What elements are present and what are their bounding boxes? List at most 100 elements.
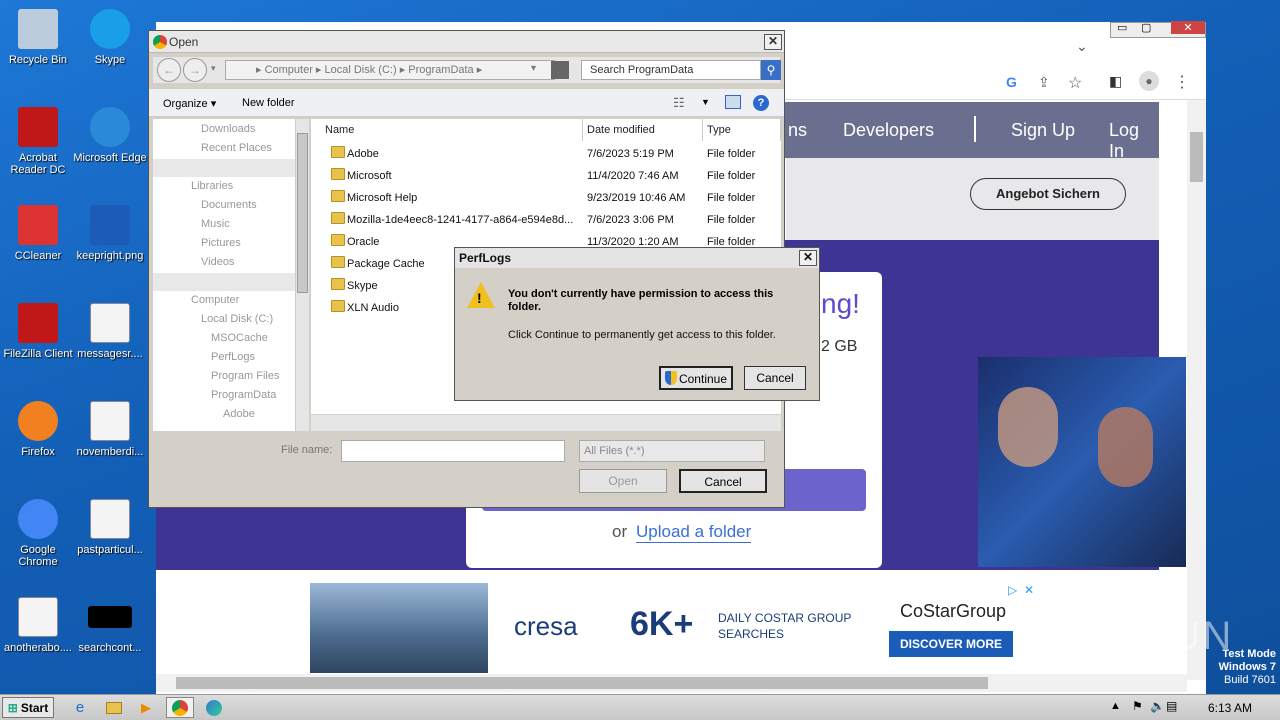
nav-programdata[interactable]: ProgramData bbox=[211, 389, 276, 401]
column-type[interactable]: Type bbox=[703, 119, 781, 141]
network-icon[interactable]: ▤ bbox=[1166, 699, 1177, 713]
close-icon[interactable]: ✕ bbox=[799, 250, 817, 266]
start-label: Start bbox=[20, 700, 49, 715]
close-icon[interactable]: ✕ bbox=[764, 34, 782, 50]
tray-up-icon[interactable]: ▲ bbox=[1110, 700, 1121, 712]
view-dropdown-icon[interactable]: ▼ bbox=[701, 97, 710, 107]
desktop-icon[interactable]: messagesr.... bbox=[72, 300, 148, 360]
desktop-icon[interactable]: CCleaner bbox=[0, 202, 76, 262]
start-button[interactable]: ⊞ Start bbox=[2, 697, 54, 718]
desktop-icon[interactable]: Recycle Bin bbox=[0, 6, 76, 66]
desktop-icon[interactable]: searchcont... bbox=[72, 594, 148, 654]
preview-pane-icon[interactable] bbox=[725, 95, 741, 109]
nav-program-files[interactable]: Program Files bbox=[211, 370, 279, 382]
star-icon[interactable]: ☆ bbox=[1068, 73, 1082, 93]
new-folder-button[interactable]: New folder bbox=[242, 97, 295, 109]
nav-documents[interactable]: Documents bbox=[201, 199, 257, 211]
flag-icon[interactable]: ⚑ bbox=[1132, 699, 1143, 713]
open-button[interactable]: Open bbox=[579, 469, 667, 493]
nav-videos[interactable]: Videos bbox=[201, 256, 234, 268]
refresh-icon[interactable] bbox=[551, 61, 569, 79]
file-row[interactable]: Adobe 7/6/2023 5:19 PM File folder bbox=[311, 143, 781, 165]
history-dropdown-icon[interactable]: ▾ bbox=[211, 63, 216, 74]
share-icon[interactable]: ⇪ bbox=[1038, 74, 1050, 91]
file-row[interactable]: Microsoft 11/4/2020 7:46 AM File folder bbox=[311, 165, 781, 187]
nav-music[interactable]: Music bbox=[201, 218, 230, 230]
permission-cancel-button[interactable]: Cancel bbox=[744, 366, 806, 390]
search-icon[interactable]: ⚲ bbox=[761, 60, 781, 80]
nav-msocache[interactable]: MSOCache bbox=[211, 332, 268, 344]
nav-recent-places[interactable]: Recent Places bbox=[201, 142, 272, 154]
ie-icon[interactable]: e bbox=[66, 697, 94, 718]
address-dropdown-icon[interactable]: ▾ bbox=[531, 63, 536, 74]
nav-local-disk[interactable]: Local Disk (C:) bbox=[201, 313, 273, 325]
warning-exclamation: ! bbox=[477, 290, 482, 306]
nav-adobe[interactable]: Adobe bbox=[223, 408, 255, 420]
continue-button[interactable]: Continue bbox=[659, 366, 733, 390]
file-type-select[interactable]: All Files (*.*) bbox=[579, 440, 765, 462]
ad-close-icon[interactable]: ✕ bbox=[1024, 583, 1034, 597]
desktop-icon[interactable]: Skype bbox=[72, 6, 148, 66]
size-limit: 2 GB bbox=[821, 338, 858, 355]
desktop-icon[interactable]: novemberdi... bbox=[72, 398, 148, 458]
close-icon[interactable]: ✕ bbox=[1171, 21, 1205, 34]
media-player-icon[interactable]: ▶ bbox=[132, 697, 160, 718]
maximize-icon[interactable]: ▢ bbox=[1141, 21, 1151, 34]
minimize-icon[interactable]: ▭ bbox=[1117, 21, 1127, 34]
nav-link-login[interactable]: Log In bbox=[1109, 120, 1159, 162]
file-row[interactable]: Mozilla-1de4eec8-1241-4177-a864-e594e8d.… bbox=[311, 209, 781, 231]
desktop-icon[interactable]: Microsoft Edge bbox=[72, 104, 148, 164]
scroll-thumb-h[interactable] bbox=[176, 677, 988, 689]
file-row[interactable]: Microsoft Help 9/23/2019 10:46 AM File fol… bbox=[311, 187, 781, 209]
profile-avatar[interactable]: ● bbox=[1139, 71, 1159, 91]
cancel-button[interactable]: Cancel bbox=[679, 469, 767, 493]
nav-link-signup[interactable]: Sign Up bbox=[1011, 120, 1075, 141]
desktop-icon[interactable]: Firefox bbox=[0, 398, 76, 458]
column-name[interactable]: Name bbox=[311, 119, 583, 141]
google-icon[interactable]: G bbox=[1006, 74, 1017, 90]
help-icon[interactable]: ? bbox=[753, 95, 769, 111]
organize-button[interactable]: Organize ▾ bbox=[163, 97, 216, 110]
desktop-icon[interactable]: FileZilla Client bbox=[0, 300, 76, 360]
menu-icon[interactable]: ⋮ bbox=[1174, 72, 1190, 92]
nav-link-plans[interactable]: ns bbox=[788, 120, 807, 141]
file-date: 9/23/2019 10:46 AM bbox=[587, 192, 686, 204]
chevron-down-icon[interactable]: ⌄ bbox=[1076, 38, 1088, 55]
nav-scrollbar[interactable] bbox=[295, 119, 309, 431]
scroll-thumb[interactable] bbox=[1190, 132, 1203, 182]
desktop-icon[interactable]: Google Chrome bbox=[0, 496, 76, 568]
nav-downloads[interactable]: Downloads bbox=[201, 123, 255, 135]
nav-pictures[interactable]: Pictures bbox=[201, 237, 241, 249]
back-icon[interactable]: ← bbox=[157, 58, 181, 82]
chrome-taskbar-icon[interactable] bbox=[166, 697, 194, 718]
word-doc-icon bbox=[87, 300, 133, 346]
vertical-scrollbar[interactable] bbox=[1187, 100, 1206, 680]
clock[interactable]: 6:13 AM bbox=[1208, 701, 1252, 715]
nav-perflogs[interactable]: PerfLogs bbox=[211, 351, 255, 363]
nav-computer[interactable]: Computer bbox=[191, 294, 239, 306]
sidebar-icon[interactable]: ◧ bbox=[1109, 73, 1122, 90]
nav-libraries[interactable]: Libraries bbox=[191, 180, 233, 192]
address-breadcrumb[interactable]: ▸ Computer ▸ Local Disk (C:) ▸ ProgramDa… bbox=[225, 60, 555, 80]
file-list-hscroll[interactable] bbox=[311, 415, 781, 431]
desktop-icon[interactable]: Acrobat Reader DC bbox=[0, 104, 76, 176]
explorer-icon[interactable] bbox=[100, 697, 128, 718]
desktop-icon-label: Firefox bbox=[21, 446, 55, 458]
edge-taskbar-icon[interactable] bbox=[200, 697, 228, 718]
angebot-button[interactable]: Angebot Sichern bbox=[970, 178, 1126, 210]
nav-link-developers[interactable]: Developers bbox=[843, 120, 934, 141]
forward-icon[interactable]: → bbox=[183, 58, 207, 82]
desktop-icon[interactable]: pastparticul... bbox=[72, 496, 148, 556]
search-input[interactable]: Search ProgramData bbox=[581, 60, 761, 80]
upload-folder-link[interactable]: Upload a folder bbox=[636, 522, 752, 543]
volume-icon[interactable]: 🔈 bbox=[1150, 699, 1165, 713]
view-icon[interactable]: ☷ bbox=[673, 95, 685, 111]
advertisement[interactable]: cresa 6K+ DAILY COSTAR GROUP SEARCHES Co… bbox=[310, 583, 1038, 673]
horizontal-scrollbar[interactable] bbox=[156, 674, 1187, 692]
discover-more-button[interactable]: DISCOVER MORE bbox=[889, 631, 1013, 657]
desktop-icon[interactable]: anotherabo.... bbox=[0, 594, 76, 654]
adchoices-icon[interactable]: ▷ bbox=[1008, 583, 1017, 597]
desktop-icon[interactable]: keepright.png bbox=[72, 202, 148, 262]
filename-input[interactable] bbox=[341, 440, 565, 462]
column-date-modified[interactable]: Date modified bbox=[583, 119, 703, 141]
